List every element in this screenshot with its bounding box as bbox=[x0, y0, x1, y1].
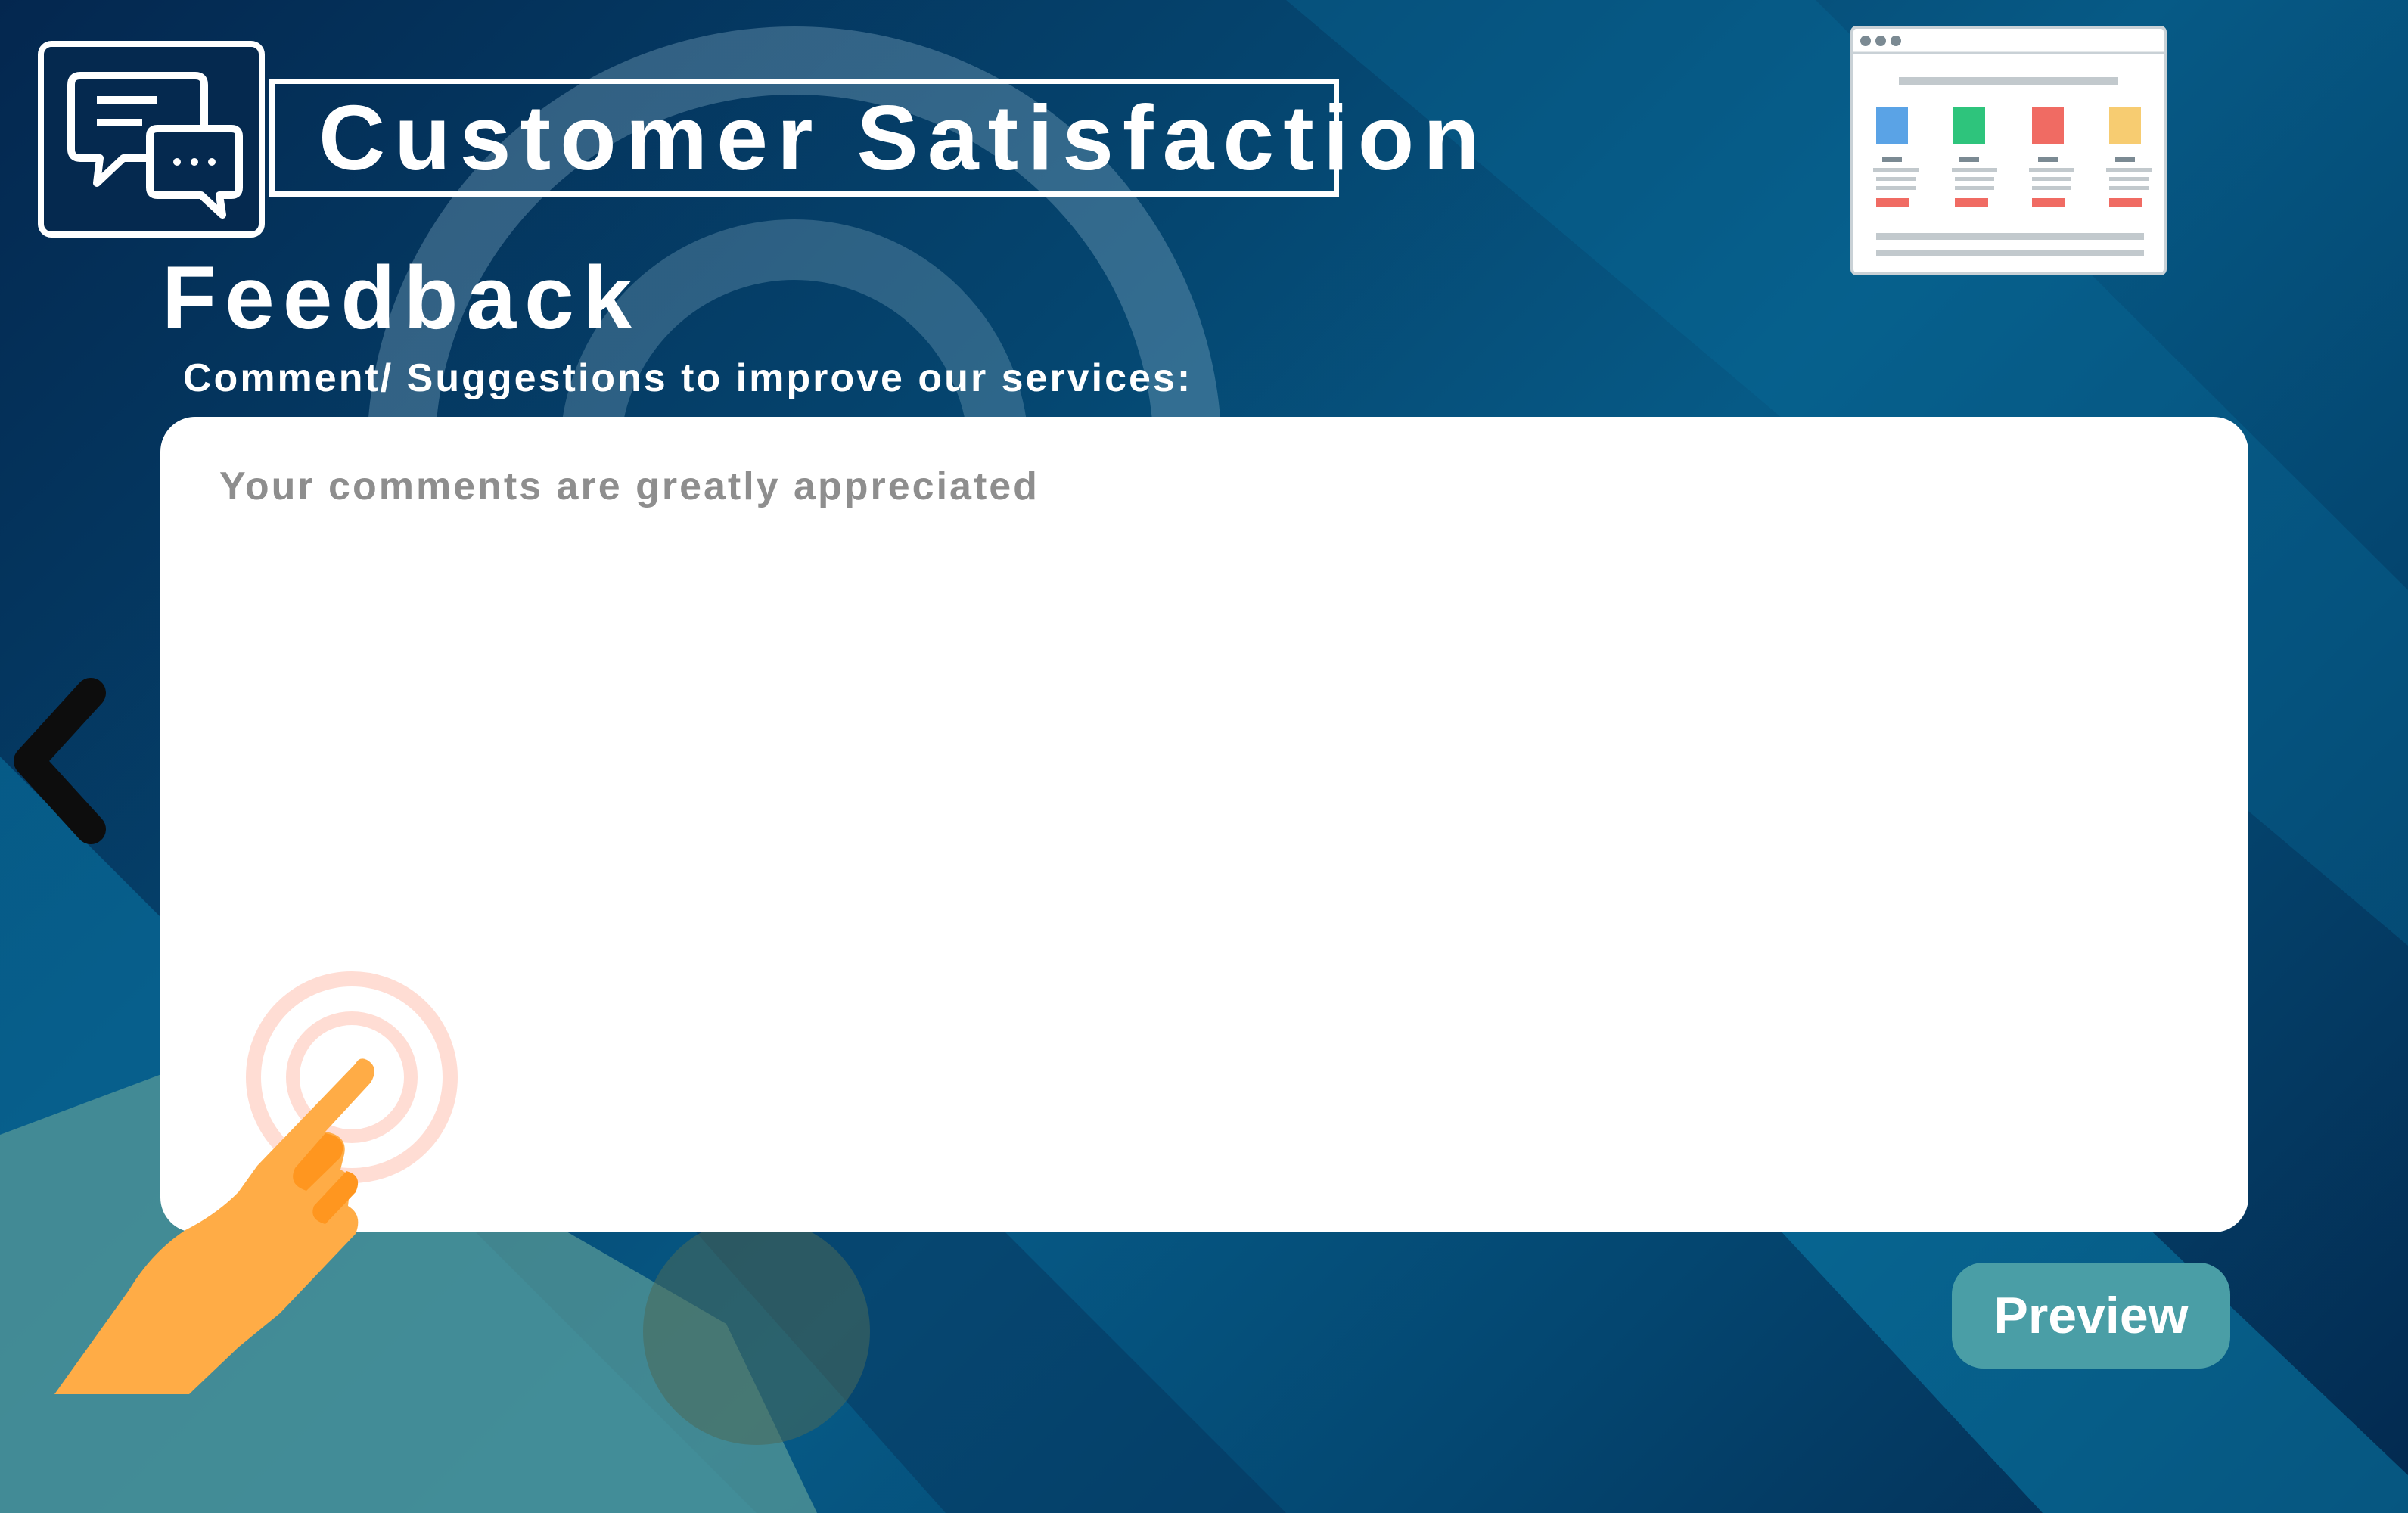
comment-label: Comment/ Suggestions to improve our serv… bbox=[183, 356, 1193, 400]
dashboard-window-icon bbox=[1850, 26, 2167, 275]
chat-bubbles-logo bbox=[38, 41, 265, 238]
back-arrow-icon[interactable] bbox=[6, 678, 112, 844]
tap-hand-icon bbox=[54, 971, 458, 1394]
chat-bubbles-icon bbox=[67, 72, 243, 219]
page-title-box: Customer Satisfaction bbox=[269, 79, 1480, 197]
preview-button[interactable]: Preview bbox=[1952, 1263, 2230, 1369]
section-title: Feedback bbox=[162, 248, 641, 348]
page-title: Customer Satisfaction bbox=[318, 86, 1489, 189]
